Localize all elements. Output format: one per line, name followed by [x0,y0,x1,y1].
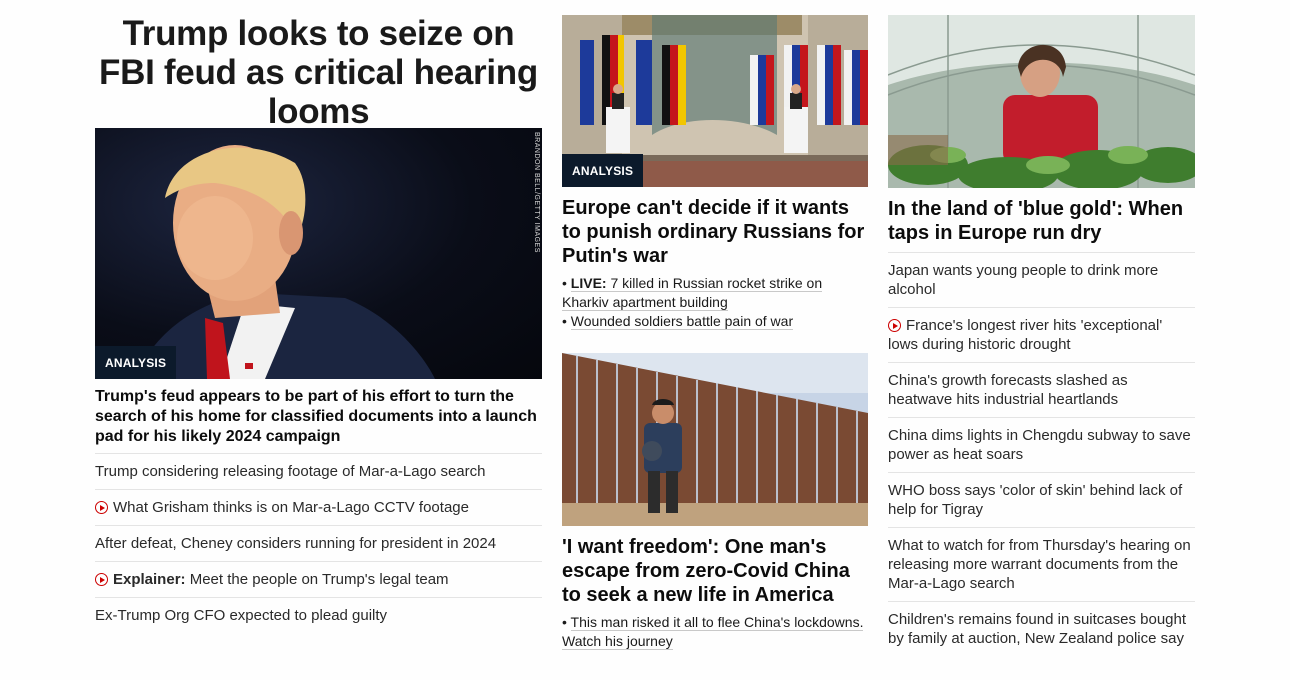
bullet: • [562,313,571,329]
list-item-text: What to watch for from Thursday's hearin… [888,537,1191,592]
play-icon [888,319,901,332]
analysis-badge: ANALYSIS [95,346,177,379]
china-substory: • This man risked it all to flee China's… [562,613,868,651]
list-item[interactable]: France's longest river hits 'exceptional… [888,307,1195,362]
image-credit: BRANDON BELL/GETTY IMAGES [533,132,540,253]
china-story-image[interactable] [562,353,868,526]
list-item[interactable]: Trump considering releasing footage of M… [95,453,542,489]
china-journey-link[interactable]: This man risked it all to flee China's l… [562,614,864,650]
bullet: • [562,275,571,291]
list-item[interactable]: Explainer: Meet the people on Trump's le… [95,561,542,597]
list-item-text: China's growth forecasts slashed as heat… [888,372,1128,408]
europe-substory: • Wounded soldiers battle pain of war [562,312,868,331]
water-story-image[interactable] [888,15,1195,188]
list-item[interactable]: WHO boss says 'color of skin' behind lac… [888,472,1195,527]
analysis-badge: ANALYSIS [562,154,644,187]
list-item[interactable]: Ex-Trump Org CFO expected to plead guilt… [95,597,542,633]
china-story-headline[interactable]: 'I want freedom': One man's escape from … [562,535,868,607]
list-item-text: China dims lights in Chengdu subway to s… [888,427,1191,463]
list-item[interactable]: After defeat, Cheney considers running f… [95,525,542,561]
live-link[interactable]: LIVE: 7 killed in Russian rocket strike … [562,275,823,311]
list-item-text: France's longest river hits 'exceptional… [888,317,1163,353]
list-item-text: After defeat, Cheney considers running f… [95,535,497,552]
trump-photo [135,145,435,379]
europe-substory: • LIVE: 7 killed in Russian rocket strik… [562,274,868,312]
list-item-text: Trump considering releasing footage of M… [95,463,486,480]
list-item[interactable]: What to watch for from Thursday's hearin… [888,527,1195,601]
lead-story-image[interactable]: BRANDON BELL/GETTY IMAGES ANALYSIS [95,128,542,379]
list-item-text: Japan wants young people to drink more a… [888,262,1159,298]
right-column: In the land of 'blue gold': When taps in… [888,0,1195,656]
play-icon [95,501,108,514]
link-text: Wounded soldiers battle pain of war [570,313,794,329]
list-item[interactable]: What Grisham thinks is on Mar-a-Lago CCT… [95,489,542,525]
list-item[interactable]: Children's remains found in suitcases bo… [888,601,1195,656]
border-wall-photo [562,353,868,526]
list-item-text: Ex-Trump Org CFO expected to plead guilt… [95,607,388,624]
bullet: • [562,614,571,630]
lead-related-list: Trump considering releasing footage of M… [95,453,542,633]
list-item-prefix: Explainer: [113,571,186,588]
europe-story-headline[interactable]: Europe can't decide if it wants to punis… [562,196,868,268]
lead-story-title[interactable]: Trump looks to seize on FBI feud as crit… [95,14,542,128]
middle-column: ANALYSIS Europe can't decide if it wants… [562,0,868,651]
right-related-list: Japan wants young people to drink more a… [888,252,1195,656]
water-story-headline[interactable]: In the land of 'blue gold': When taps in… [888,197,1195,245]
list-item-text: Meet the people on Trump's legal team [189,571,449,588]
list-item-text: What Grisham thinks is on Mar-a-Lago CCT… [113,499,469,516]
lead-story-headline[interactable]: Trump's feud appears to be part of his e… [95,387,542,447]
list-item-text: Children's remains found in suitcases bo… [888,611,1187,647]
list-item[interactable]: Japan wants young people to drink more a… [888,252,1195,307]
play-icon [95,573,108,586]
wounded-soldiers-link[interactable]: Wounded soldiers battle pain of war [570,313,794,330]
europe-story-image[interactable]: ANALYSIS [562,15,868,187]
list-item[interactable]: China's growth forecasts slashed as heat… [888,362,1195,417]
list-item-text: WHO boss says 'color of skin' behind lac… [888,482,1183,518]
greenhouse-photo [888,15,1195,188]
lead-story-column: Trump looks to seize on FBI feud as crit… [95,0,542,633]
link-text: This man risked it all to flee China's l… [562,614,864,649]
live-label: LIVE: [570,275,607,291]
list-item[interactable]: China dims lights in Chengdu subway to s… [888,417,1195,472]
